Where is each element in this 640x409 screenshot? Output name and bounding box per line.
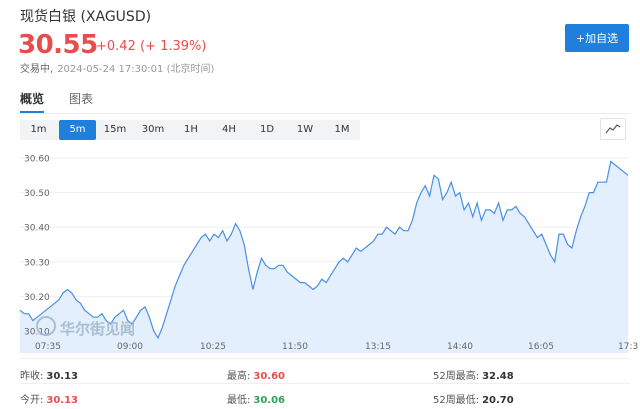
period-1w[interactable]: 1W bbox=[286, 120, 324, 140]
x-tick-label: 13:15 bbox=[365, 342, 391, 352]
watermark-text: 华尔街见闻 bbox=[60, 320, 136, 338]
y-tick-label: 30.60 bbox=[24, 155, 50, 165]
timestamp: 2024-05-24 17:30:01 (北京时间) bbox=[57, 64, 215, 75]
tab-overview[interactable]: 概览 bbox=[20, 90, 44, 107]
price-change: +0.42 (+ 1.39%) bbox=[96, 39, 207, 54]
stat-open: 今开: 30.13 bbox=[20, 395, 79, 406]
y-tick-label: 30.50 bbox=[24, 189, 50, 199]
stats-divider-mid bbox=[20, 383, 630, 384]
stat-52w-low: 52周最低: 20.70 bbox=[433, 395, 514, 406]
period-4h[interactable]: 4H bbox=[210, 120, 248, 140]
tabs-divider bbox=[20, 113, 630, 114]
period-1d[interactable]: 1D bbox=[248, 120, 286, 140]
stat-prev-close: 昨收: 30.13 bbox=[20, 371, 79, 382]
stat-high: 最高: 30.60 bbox=[227, 371, 286, 382]
period-selector: 1m 5m 15m 30m 1H 4H 1D 1W 1M bbox=[20, 120, 360, 140]
y-tick-label: 30.30 bbox=[24, 258, 50, 268]
x-tick-label: 07:35 bbox=[35, 342, 61, 352]
y-tick-label: 30.20 bbox=[24, 293, 50, 303]
x-tick-label: 10:25 bbox=[200, 342, 226, 352]
stat-low: 最低: 30.06 bbox=[227, 395, 286, 406]
stats-divider-top bbox=[20, 358, 630, 359]
y-tick-label: 30.40 bbox=[24, 224, 50, 234]
period-15m[interactable]: 15m bbox=[96, 120, 134, 140]
watermark-logo-icon bbox=[36, 316, 56, 336]
instrument-title: 现货白银 (XAGUSD) bbox=[20, 9, 152, 25]
x-tick-label: 11:50 bbox=[282, 342, 308, 352]
period-1h[interactable]: 1H bbox=[172, 120, 210, 140]
chart-type-button[interactable] bbox=[600, 118, 626, 140]
period-1m[interactable]: 1m bbox=[20, 120, 57, 140]
period-30m[interactable]: 30m bbox=[134, 120, 172, 140]
x-tick-label: 16:05 bbox=[528, 342, 554, 352]
period-5m[interactable]: 5m bbox=[59, 120, 96, 140]
x-tick-label: 14:40 bbox=[447, 342, 473, 352]
trading-status: 交易中, 2024-05-24 17:30:01 (北京时间) bbox=[20, 60, 214, 75]
tab-chart[interactable]: 图表 bbox=[69, 90, 93, 107]
stat-52w-high: 52周最高: 32.48 bbox=[433, 371, 514, 382]
status-text: 交易中, bbox=[20, 64, 54, 75]
line-chart-icon bbox=[605, 124, 621, 134]
period-1mo[interactable]: 1M bbox=[324, 120, 360, 140]
x-tick-label: 17:3 bbox=[618, 342, 638, 352]
current-price: 30.55 bbox=[18, 30, 98, 60]
x-tick-label: 09:00 bbox=[117, 342, 143, 352]
add-to-watchlist-button[interactable]: +加自选 bbox=[565, 24, 629, 52]
